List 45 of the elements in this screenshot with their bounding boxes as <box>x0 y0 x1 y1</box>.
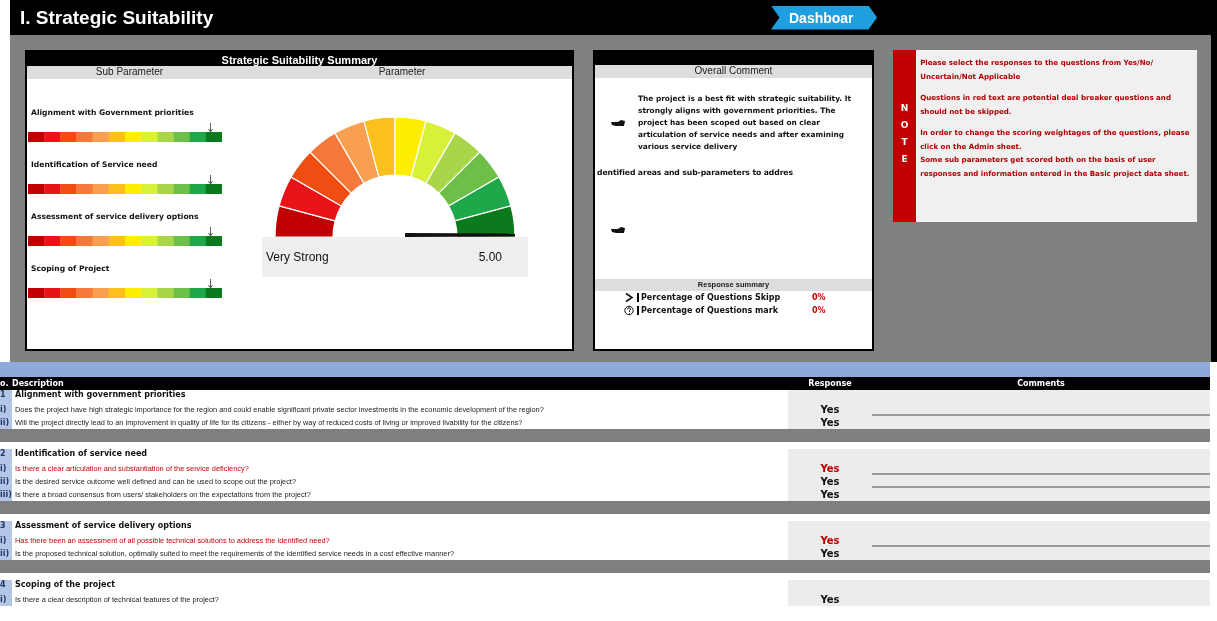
question-number: i) <box>0 593 12 606</box>
response-value[interactable]: Yes <box>788 475 872 488</box>
percentage-value: 0% <box>812 306 826 315</box>
response-value[interactable]: Yes <box>788 547 872 560</box>
column-header: Description <box>12 377 788 390</box>
response-value[interactable]: Yes <box>788 534 872 547</box>
panel-title: Strategic Suitability Summary <box>27 52 572 66</box>
question-number: ii) <box>0 416 12 429</box>
note-label: NOTE <box>893 50 917 222</box>
comment-field[interactable] <box>872 547 1210 560</box>
column-header: o. <box>0 377 12 390</box>
comment-field[interactable] <box>872 475 1210 488</box>
sheet-title: I. Strategic Suitability <box>20 6 214 29</box>
section-number: 2 <box>0 449 12 462</box>
section-heading: Overall Comment <box>595 65 872 78</box>
response-value[interactable]: Yes <box>788 403 872 416</box>
pointer-icon <box>208 279 214 288</box>
pointer-icon <box>208 227 214 236</box>
column-header: Comments <box>872 377 1210 390</box>
column-header: Response <box>788 377 872 390</box>
comment-field[interactable] <box>872 488 1210 501</box>
pointer-icon <box>208 175 214 184</box>
summary-label: Percentage of Questions Skipp <box>637 293 808 302</box>
question-number: i) <box>0 534 12 547</box>
section-number: 3 <box>0 521 12 534</box>
section-number: 4 <box>0 580 12 593</box>
pointer-icon <box>208 123 214 132</box>
summary-label: Percentage of Questions mark <box>637 306 808 315</box>
response-value[interactable]: Yes <box>788 488 872 501</box>
response-value[interactable]: Yes <box>788 416 872 429</box>
column-header: Sub Parameter <box>94 66 165 79</box>
response-value[interactable]: Yes <box>788 462 872 475</box>
question-number: ii) <box>0 475 12 488</box>
question-number: i) <box>0 462 12 475</box>
column-header: Parameter <box>377 66 427 79</box>
question-circle-icon <box>624 305 634 316</box>
question-number: iii) <box>0 488 12 501</box>
comment-field[interactable] <box>872 416 1210 429</box>
question-number: ii) <box>0 547 12 560</box>
section-number: 1 <box>0 390 12 403</box>
score-value: 5.00 <box>478 250 502 264</box>
percentage-value: 0% <box>812 293 826 302</box>
question-number: i) <box>0 403 12 416</box>
response-value[interactable]: Yes <box>788 593 872 606</box>
rating-text: Very Strong <box>266 250 329 264</box>
